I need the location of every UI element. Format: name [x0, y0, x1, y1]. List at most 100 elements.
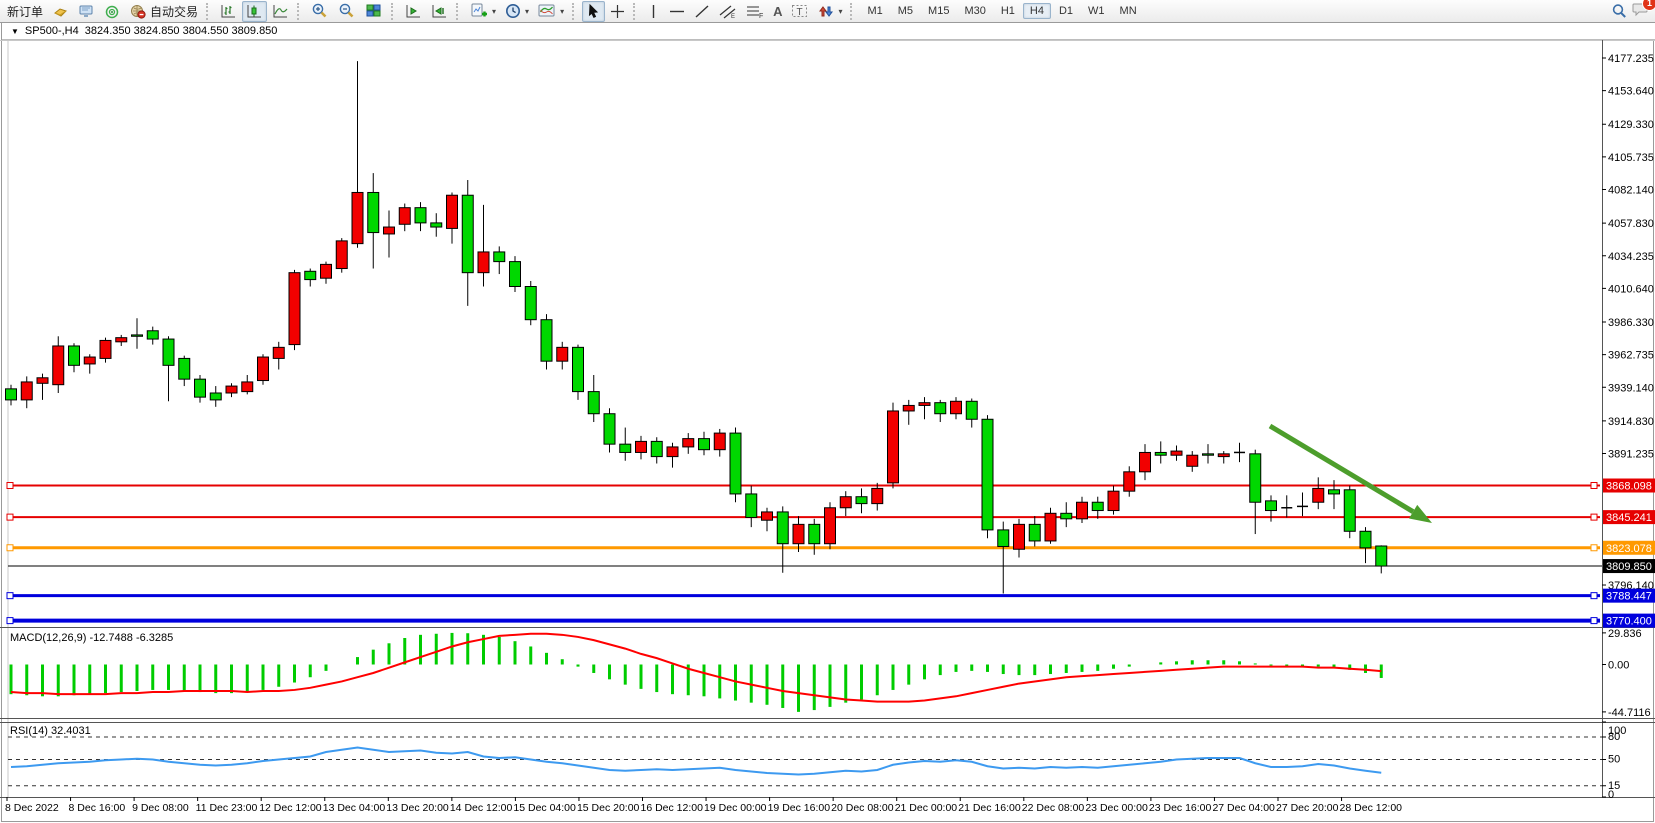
- timeframe-h1[interactable]: H1: [994, 3, 1022, 19]
- candle-body-up: [1108, 491, 1119, 510]
- orders-icon: [52, 4, 69, 19]
- candle-body-down: [494, 252, 505, 262]
- indicators-button[interactable]: ▾: [534, 1, 568, 22]
- timeframe-w1[interactable]: W1: [1081, 3, 1112, 19]
- candle-body-up: [399, 208, 410, 225]
- candle-body-up: [84, 357, 95, 364]
- notifications-button[interactable]: 1: [1632, 1, 1650, 22]
- candle-body-up: [100, 340, 111, 358]
- period-button[interactable]: ▾: [501, 1, 533, 22]
- timeframe-m30[interactable]: M30: [957, 3, 992, 19]
- symbol-dropdown-icon[interactable]: ▼: [11, 27, 19, 36]
- trend-arrow-line[interactable]: [1270, 426, 1413, 512]
- candle-body-up: [903, 405, 914, 411]
- candlestick-chart-button[interactable]: [242, 1, 267, 22]
- candle-body-up: [1171, 451, 1182, 455]
- candle-body-up: [840, 497, 851, 508]
- time-label: 9 Dec 08:00: [132, 802, 189, 814]
- zoom-out-button[interactable]: [334, 1, 360, 22]
- crosshair-tool-button[interactable]: [606, 1, 629, 22]
- label-tool-button[interactable]: T: [787, 1, 813, 22]
- time-label: 28 Dec 12:00: [1340, 802, 1403, 814]
- candle-body-down: [777, 512, 788, 544]
- hline-handle[interactable]: [1591, 483, 1597, 489]
- price-label-text: 3845.241: [1606, 512, 1652, 524]
- time-label: 21 Dec 16:00: [958, 802, 1021, 814]
- chart-shift-button[interactable]: [401, 1, 426, 22]
- trend-arrow-head[interactable]: [1409, 505, 1432, 523]
- horizontal-line-tool-button[interactable]: [665, 1, 689, 22]
- new-order-button[interactable]: 新订单: [3, 1, 47, 22]
- time-label: 15 Dec 20:00: [577, 802, 640, 814]
- fibonacci-tool-button[interactable]: F: [742, 1, 768, 22]
- hline-handle[interactable]: [1591, 514, 1597, 520]
- arrows-tool-button[interactable]: ▾: [814, 1, 846, 22]
- price-tick-label: 4057.830: [1608, 218, 1654, 230]
- candle-body-up: [447, 195, 458, 228]
- timeframe-mn[interactable]: MN: [1113, 3, 1144, 19]
- bar-chart-button[interactable]: [216, 1, 241, 22]
- hline-handle[interactable]: [1591, 545, 1597, 551]
- hline-handle[interactable]: [7, 618, 13, 624]
- candle-body-down: [368, 192, 379, 232]
- timeframe-d1[interactable]: D1: [1052, 3, 1080, 19]
- terminal-button[interactable]: [74, 1, 99, 22]
- order-history-button[interactable]: [48, 1, 73, 22]
- price-tick-label: 4153.640: [1608, 86, 1654, 98]
- line-chart-button[interactable]: [268, 1, 293, 22]
- candle-body-down: [856, 497, 867, 504]
- candle-body-up: [1124, 472, 1135, 491]
- candle-body-down: [1203, 454, 1214, 455]
- timeframe-m1[interactable]: M1: [860, 3, 889, 19]
- candle-body-down: [746, 494, 757, 518]
- signals-button[interactable]: [100, 1, 125, 22]
- auto-scroll-button[interactable]: [427, 1, 452, 22]
- candle-body-down: [1344, 490, 1355, 531]
- rsi-tick-label: 80: [1608, 731, 1620, 743]
- search-icon[interactable]: [1611, 3, 1628, 19]
- timeframe-m5[interactable]: M5: [891, 3, 920, 19]
- chevron-down-icon[interactable]: ▾: [838, 7, 842, 16]
- candle-body-up: [1140, 452, 1151, 471]
- hline-handle[interactable]: [7, 483, 13, 489]
- tile-windows-button[interactable]: [361, 1, 387, 22]
- candle-body-down: [195, 379, 206, 397]
- candle-body-down: [6, 389, 17, 400]
- chevron-down-icon[interactable]: ▾: [492, 7, 496, 16]
- cursor-tool-button[interactable]: [582, 1, 605, 22]
- auto-scroll-icon: [431, 4, 448, 19]
- time-label: 22 Dec 08:00: [1022, 802, 1085, 814]
- bar-chart-icon: [220, 4, 237, 19]
- toolbar-separator: [633, 3, 639, 20]
- macd-tick-label: -44.7116: [1608, 707, 1651, 719]
- candle-body-down: [1029, 524, 1040, 541]
- hline-handle[interactable]: [7, 545, 13, 551]
- hline-handle[interactable]: [7, 514, 13, 520]
- candle-body-up: [273, 347, 284, 358]
- candle-body-down: [1061, 513, 1072, 519]
- toolbar-separator: [391, 3, 397, 20]
- timeframe-m15[interactable]: M15: [921, 3, 956, 19]
- hline-handle[interactable]: [7, 593, 13, 599]
- price-tick-label: 4177.235: [1608, 53, 1654, 65]
- time-label: 8 Dec 2022: [5, 802, 59, 814]
- candle-body-up: [919, 403, 930, 406]
- timeframe-h4[interactable]: H4: [1023, 3, 1051, 19]
- vertical-line-tool-button[interactable]: [643, 1, 664, 22]
- trendline-tool-button[interactable]: [690, 1, 714, 22]
- new-chart-button[interactable]: ▾: [466, 1, 500, 22]
- candle-body-up: [1187, 455, 1198, 466]
- chart-canvas[interactable]: 4177.2354153.6404129.3304105.7354082.140…: [0, 0, 1655, 823]
- candle-body-up: [384, 227, 395, 234]
- hline-handle[interactable]: [1591, 618, 1597, 624]
- text-tool-button[interactable]: A: [769, 1, 786, 22]
- chevron-down-icon[interactable]: ▾: [560, 7, 564, 16]
- chevron-down-icon[interactable]: ▾: [525, 7, 529, 16]
- svg-text:F: F: [759, 13, 763, 19]
- indicators-icon: [538, 3, 556, 19]
- hline-handle[interactable]: [1591, 593, 1597, 599]
- auto-trading-button[interactable]: 自动交易: [126, 1, 202, 22]
- time-label: 20 Dec 08:00: [831, 802, 894, 814]
- zoom-in-button[interactable]: [307, 1, 333, 22]
- channel-tool-button[interactable]: E: [715, 1, 741, 22]
